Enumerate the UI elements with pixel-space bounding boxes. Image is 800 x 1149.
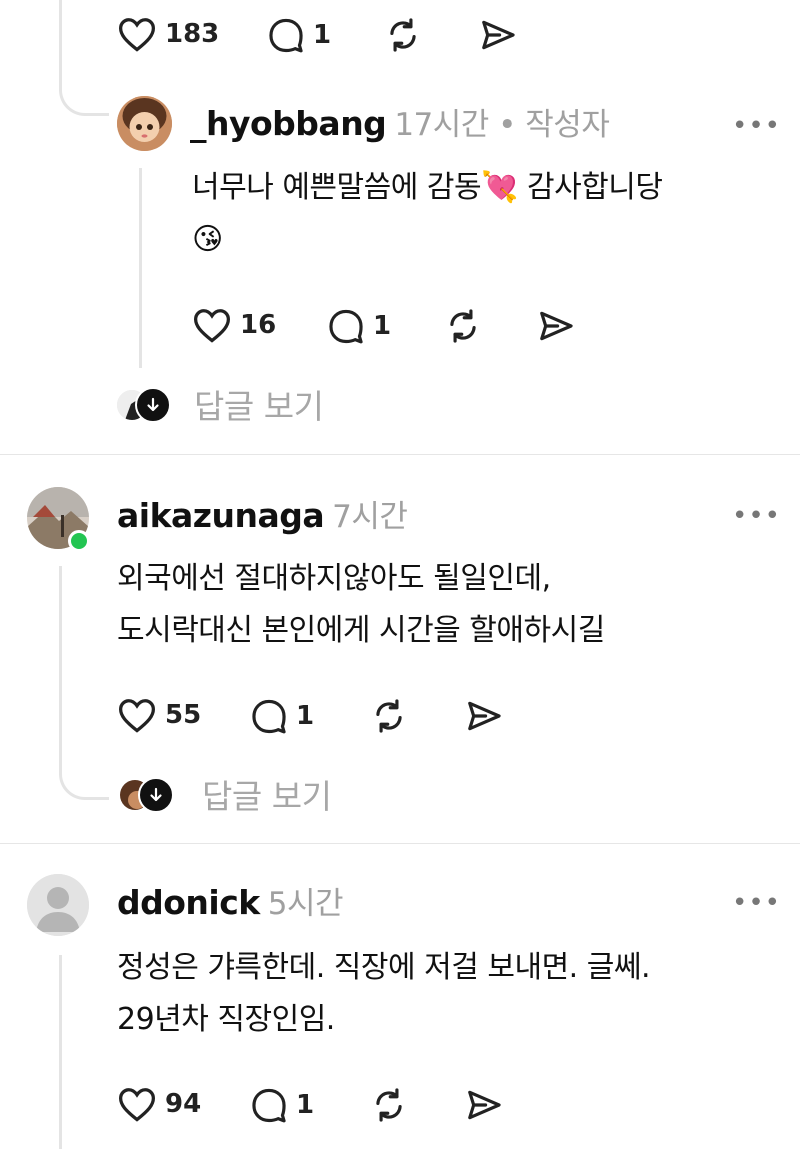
comment-icon xyxy=(252,699,286,734)
action-row: 94 1 xyxy=(117,1086,537,1126)
comment-text: 정성은 갸륵한데. 직장에 저걸 보내면. 글쎄. 29년차 직장인임. xyxy=(117,942,651,1046)
thread-line xyxy=(59,566,62,746)
share-button[interactable] xyxy=(465,1086,503,1128)
action-row-reply: 16 1 xyxy=(192,307,612,347)
heart-icon xyxy=(118,699,156,733)
comment-line2: 도시락대신 본인에게 시간을 할애하시길 xyxy=(117,613,605,648)
reply-button[interactable]: 1 xyxy=(327,307,391,345)
reply-button[interactable]: 1 xyxy=(250,697,314,735)
share-icon xyxy=(468,701,501,731)
thread-curve-top xyxy=(59,60,109,116)
thread-line-reply xyxy=(139,168,142,368)
username[interactable]: ddonick xyxy=(117,883,260,922)
comment-icon xyxy=(252,1088,286,1123)
view-replies-button[interactable]: 답글 보기 xyxy=(115,385,355,427)
avatar-image xyxy=(117,96,172,151)
heart-icon xyxy=(118,1088,156,1122)
share-icon xyxy=(482,20,515,50)
like-button[interactable]: 94 xyxy=(117,1086,201,1122)
comment-header: aikazunaga 7시간 xyxy=(117,496,408,535)
arrow-down-icon xyxy=(135,387,171,423)
repost-icon xyxy=(376,1088,402,1122)
avatar[interactable] xyxy=(27,874,89,936)
share-icon xyxy=(540,311,573,341)
like-button[interactable]: 183 xyxy=(117,16,219,52)
reply-button[interactable]: 1 xyxy=(250,1086,314,1124)
comment-icon xyxy=(329,309,363,344)
repost-button[interactable] xyxy=(370,1086,408,1128)
avatar[interactable] xyxy=(117,96,172,151)
reply-count: 1 xyxy=(296,701,315,731)
share-icon xyxy=(468,1090,501,1120)
comment-line1: 정성은 갸륵한데. 직장에 저걸 보내면. 글쎄. xyxy=(117,950,651,985)
heart-icon xyxy=(193,309,231,343)
comment-line1: 외국에선 절대하지않아도 될일인데, xyxy=(117,561,551,596)
kiss-emoji: 😘 xyxy=(192,222,223,257)
reply-count: 1 xyxy=(373,311,392,341)
online-indicator xyxy=(68,530,90,552)
action-row-top: 183 1 xyxy=(117,16,537,56)
heart-arrow-emoji: 💘 xyxy=(481,170,518,205)
reply-count: 1 xyxy=(313,20,332,50)
repost-icon xyxy=(450,309,476,343)
action-row: 55 1 xyxy=(117,697,537,737)
comment-text: 외국에선 절대하지않아도 될일인데, 도시락대신 본인에게 시간을 할애하시길 xyxy=(117,553,605,657)
repost-icon xyxy=(376,699,402,733)
share-button[interactable] xyxy=(537,307,575,349)
username[interactable]: aikazunaga xyxy=(117,496,325,535)
view-replies-label: 답글 보기 xyxy=(194,387,324,426)
share-button[interactable] xyxy=(479,16,517,58)
like-count: 183 xyxy=(165,19,220,49)
reply-button[interactable]: 1 xyxy=(267,16,331,54)
default-avatar-icon xyxy=(27,874,89,936)
repost-icon xyxy=(390,18,416,52)
view-replies-button[interactable]: 답글 보기 xyxy=(118,775,358,817)
reply-text: 너무나 예쁜말씀에 감동💘 감사합니당 😘 xyxy=(192,162,663,266)
thread-curve xyxy=(59,740,109,800)
share-button[interactable] xyxy=(465,697,503,739)
comment-meta: 5시간 xyxy=(267,886,344,922)
reply-count: 1 xyxy=(296,1090,315,1120)
divider xyxy=(0,454,800,455)
username[interactable]: _hyobbang xyxy=(190,104,387,143)
comment-icon xyxy=(269,18,303,53)
more-icon[interactable]: ••• xyxy=(732,503,781,529)
like-button[interactable]: 16 xyxy=(192,307,276,343)
heart-icon xyxy=(118,18,156,52)
like-count: 16 xyxy=(240,310,277,340)
more-icon[interactable]: ••• xyxy=(732,113,781,139)
like-count: 94 xyxy=(165,1089,202,1119)
repost-button[interactable] xyxy=(370,697,408,739)
divider xyxy=(0,843,800,844)
reply-meta: 17시간 • 작성자 xyxy=(394,107,610,143)
reply-header: _hyobbang 17시간 • 작성자 xyxy=(190,104,610,143)
comment-header: ddonick 5시간 xyxy=(117,883,344,922)
repost-button[interactable] xyxy=(444,307,482,349)
more-icon[interactable]: ••• xyxy=(732,890,781,916)
comment-line2: 29년차 직장인임. xyxy=(117,1002,335,1037)
thread-line xyxy=(59,955,62,1149)
comment-meta: 7시간 xyxy=(332,499,408,535)
reply-line1-end: 감사합니당 xyxy=(517,170,663,205)
like-count: 55 xyxy=(165,700,202,730)
view-replies-label: 답글 보기 xyxy=(202,777,332,816)
repost-button[interactable] xyxy=(384,16,422,58)
like-button[interactable]: 55 xyxy=(117,697,201,733)
reply-line1: 너무나 예쁜말씀에 감동 xyxy=(192,170,482,205)
arrow-down-icon xyxy=(138,777,174,813)
